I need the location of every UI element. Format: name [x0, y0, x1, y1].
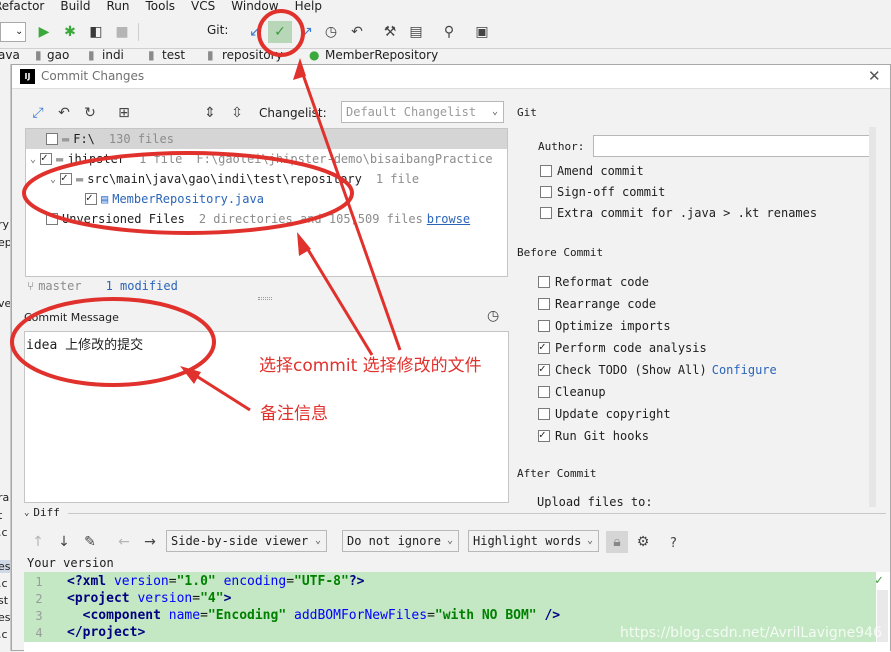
annotation-select-text: 选择commit 选择修改的文件 [259, 356, 482, 376]
annotation-note-text: 备注信息 [260, 404, 328, 424]
annotation-arrow-files [302, 242, 374, 356]
annotation-arrow-message [189, 370, 251, 412]
annotation-arrow-commit [298, 65, 402, 351]
annotation-overlay [10, 9, 402, 412]
annotation-circle-files [22, 151, 354, 235]
annotation-circle-commit [257, 9, 305, 57]
annotation-circle-message [10, 297, 216, 387]
watermark: https://blog.csdn.net/AvrilLavigne946 [620, 625, 882, 641]
